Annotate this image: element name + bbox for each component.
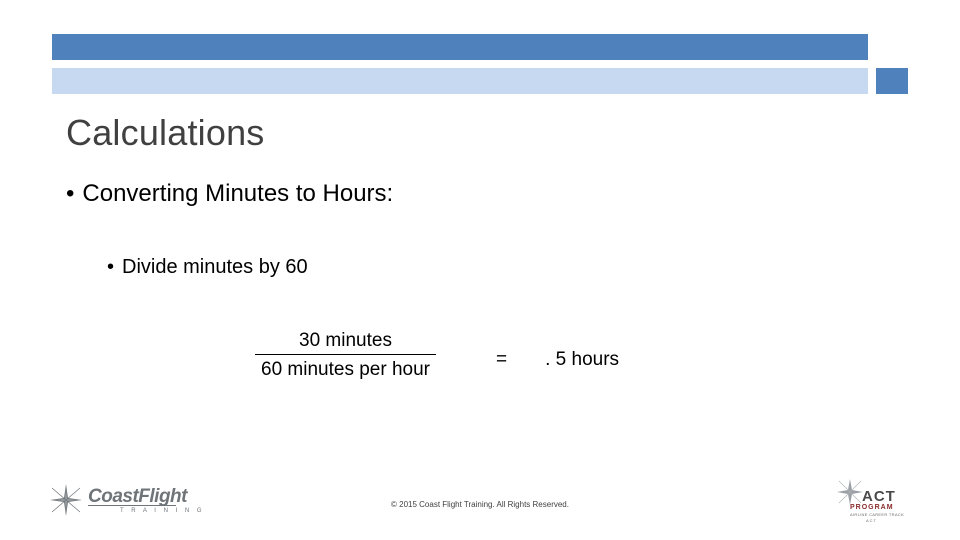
bullet-level1-label: Converting Minutes to Hours: <box>82 180 394 207</box>
act-logo-line3: ACT <box>866 518 877 523</box>
bullet-marker-icon: • <box>107 256 115 278</box>
star-icon <box>50 484 82 516</box>
header-bar-top-right-gap <box>876 34 908 60</box>
equation-result: . 5 hours <box>545 348 620 370</box>
page-title: Calculations <box>66 112 265 153</box>
header-bar-accent-square <box>876 68 908 94</box>
bullet-level1: • Converting Minutes to Hours: <box>66 180 393 208</box>
equation-block: 30 minutes 60 minutes per hour = . 5 hou… <box>255 330 619 381</box>
fraction: 30 minutes 60 minutes per hour <box>255 330 436 381</box>
act-logo-line1: PROGRAM <box>850 504 894 511</box>
act-program-logo: ACT PROGRAM AIRLINE CAREER TRACK ACT <box>836 478 912 528</box>
act-logo-line2: AIRLINE CAREER TRACK <box>850 512 904 517</box>
equals-sign: = <box>496 348 508 370</box>
header-bar-primary <box>52 34 868 60</box>
fraction-numerator: 30 minutes <box>299 330 392 351</box>
fraction-denominator: 60 minutes per hour <box>261 359 430 380</box>
coast-flight-logo: CoastFlight T R A I N I N G <box>48 482 202 524</box>
slide-canvas: Calculations • Converting Minutes to Hour… <box>0 0 960 540</box>
bullet-level2: • Divide minutes by 60 <box>107 256 308 279</box>
act-logo-name: ACT <box>862 488 896 505</box>
header-bar-secondary <box>52 68 868 94</box>
bullet-marker-icon: • <box>66 180 75 207</box>
coast-flight-logo-rule <box>88 505 176 506</box>
coast-flight-logo-tagline: T R A I N I N G <box>120 508 205 514</box>
bullet-level2-label: Divide minutes by 60 <box>122 256 308 278</box>
